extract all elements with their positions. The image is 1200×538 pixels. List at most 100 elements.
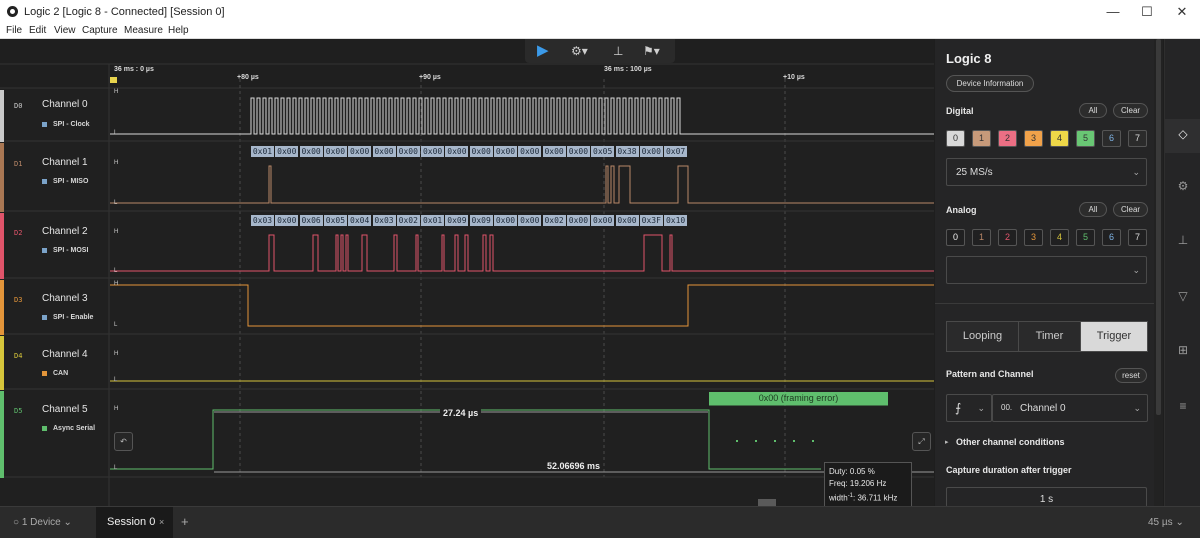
menu-measure[interactable]: Measure (124, 25, 163, 36)
channel-toggle-5[interactable]: 5 (1076, 130, 1095, 147)
analog-clear-button[interactable]: Clear (1113, 202, 1148, 217)
extensions-icon[interactable]: ▽ (1165, 289, 1200, 303)
channel-toggle-2[interactable]: 2 (998, 130, 1017, 147)
channel-row-d4[interactable]: D4 Channel 4 CAN (0, 336, 109, 390)
mosi-byte[interactable]: 0x09 (445, 215, 469, 226)
miso-byte[interactable]: 0x00 (275, 146, 299, 157)
mosi-byte[interactable]: 0x10 (664, 215, 688, 226)
channel-row-d2[interactable]: D2 Channel 2 SPI - MOSI (0, 213, 109, 279)
channel-name[interactable]: Channel 5 (42, 404, 88, 415)
trigger-edge-select[interactable]: ⨍ ⌄ (946, 394, 992, 422)
timing-marker-icon[interactable]: ⊥ (613, 42, 623, 60)
devices-button[interactable]: ○ 1 Device ⌄ (13, 517, 72, 528)
serial-undo-button[interactable]: ↶ (114, 432, 133, 451)
digital-sample-rate-select[interactable]: 25 MS/s ⌄ (946, 158, 1147, 186)
miso-byte[interactable]: 0x00 (421, 146, 445, 157)
trigger-channel-select[interactable]: 00. Channel 0 ⌄ (992, 394, 1148, 422)
menu-capture[interactable]: Capture (82, 25, 118, 36)
session-tab[interactable]: Session 0 × (96, 507, 173, 538)
mosi-byte[interactable]: 0x09 (469, 215, 493, 226)
miso-byte[interactable]: 0x07 (664, 146, 688, 157)
channel-name[interactable]: Channel 2 (42, 226, 88, 237)
miso-byte[interactable]: 0x00 (518, 146, 542, 157)
layout-icon[interactable]: ⊞ (1165, 343, 1200, 357)
maximize-icon[interactable]: ☐ (1129, 0, 1165, 24)
device-information-button[interactable]: Device Information (946, 75, 1034, 92)
play-icon[interactable]: ▶ (537, 42, 551, 60)
mosi-byte[interactable]: 0x03 (251, 215, 274, 226)
miso-byte[interactable]: 0x00 (299, 146, 323, 157)
trigger-reset-button[interactable]: reset (1115, 368, 1147, 383)
miso-byte[interactable]: 0x38 (615, 146, 639, 157)
panel-scrollbar[interactable] (1154, 39, 1163, 506)
mosi-byte[interactable]: 0x00 (566, 215, 590, 226)
minimize-icon[interactable]: — (1095, 0, 1131, 24)
mosi-byte[interactable]: 0x04 (348, 215, 372, 226)
menu-edit[interactable]: Edit (29, 25, 46, 36)
miso-byte[interactable]: 0x05 (591, 146, 615, 157)
channel-toggle-3[interactable]: 3 (1024, 229, 1043, 246)
mosi-byte[interactable]: 0x00 (591, 215, 615, 226)
channel-toggle-6[interactable]: 6 (1102, 229, 1121, 246)
looping-mode-button[interactable]: Looping (946, 321, 1019, 352)
mosi-byte[interactable]: 0x05 (323, 215, 347, 226)
mosi-byte[interactable]: 0x02 (396, 215, 420, 226)
channel-toggle-3[interactable]: 3 (1024, 130, 1043, 147)
miso-byte[interactable]: 0x01 (251, 146, 274, 157)
timer-mode-button[interactable]: Timer (1018, 321, 1081, 352)
channel-toggle-6[interactable]: 6 (1102, 130, 1121, 147)
channel-toggle-0[interactable]: 0 (946, 130, 965, 147)
menu-file[interactable]: File (6, 25, 22, 36)
miso-byte[interactable]: 0x00 (348, 146, 372, 157)
digital-clear-button[interactable]: Clear (1113, 103, 1148, 118)
channel-row-d5[interactable]: D5 Channel 5 Async Serial (0, 391, 109, 478)
analog-all-button[interactable]: All (1079, 202, 1107, 217)
device-icon[interactable]: ◇ (1165, 127, 1200, 141)
mosi-byte[interactable]: 0x03 (372, 215, 396, 226)
mosi-byte[interactable]: 0x00 (518, 215, 542, 226)
channel-toggle-1[interactable]: 1 (972, 229, 991, 246)
menu-help[interactable]: Help (168, 25, 189, 36)
add-session-button[interactable]: + (181, 514, 189, 529)
channel-toggle-7[interactable]: 7 (1128, 229, 1147, 246)
mosi-byte[interactable]: 0x00 (615, 215, 639, 226)
analyzers-icon[interactable]: ⚙ (1165, 179, 1200, 193)
close-icon[interactable]: ✕ (1164, 0, 1200, 24)
mosi-byte[interactable]: 0x06 (299, 215, 323, 226)
waveform-canvas[interactable] (0, 39, 934, 506)
channel-toggle-4[interactable]: 4 (1050, 130, 1069, 147)
mosi-byte[interactable]: 0x01 (421, 215, 445, 226)
device-settings-icon[interactable]: ⚙▾ (571, 42, 588, 60)
other-conditions-toggle[interactable]: Other channel conditions (956, 437, 1065, 447)
mosi-byte[interactable]: 0x00 (275, 215, 299, 226)
miso-byte[interactable]: 0x00 (372, 146, 396, 157)
trigger-mode-button[interactable]: Trigger (1080, 321, 1148, 352)
channel-name[interactable]: Channel 1 (42, 157, 88, 168)
mosi-byte[interactable]: 0x00 (494, 215, 517, 226)
mosi-byte[interactable]: 0x3F (639, 215, 663, 226)
miso-byte[interactable]: 0x00 (469, 146, 493, 157)
miso-byte[interactable]: 0x00 (639, 146, 663, 157)
waveform-area[interactable]: 36 ms : 0 µs 36 ms : 100 µs +80 µs +90 µ… (0, 39, 934, 512)
channel-row-d3[interactable]: D3 Channel 3 SPI - Enable (0, 280, 109, 335)
channel-toggle-0[interactable]: 0 (946, 229, 965, 246)
scrollbar-thumb[interactable] (1156, 39, 1161, 415)
channel-name[interactable]: Channel 4 (42, 349, 88, 360)
capture-duration-input[interactable]: 1 s (946, 487, 1147, 507)
miso-byte[interactable]: 0x00 (323, 146, 347, 157)
miso-byte[interactable]: 0x00 (494, 146, 517, 157)
channel-row-d1[interactable]: D1 Channel 1 SPI - MISO (0, 143, 109, 212)
serial-expand-button[interactable]: ⤢ (912, 432, 931, 451)
notes-icon[interactable]: ≡ (1165, 399, 1200, 413)
mosi-byte[interactable]: 0x02 (542, 215, 566, 226)
channel-toggle-1[interactable]: 1 (972, 130, 991, 147)
analog-sample-rate-select[interactable]: ⌄ (946, 256, 1147, 284)
close-tab-icon[interactable]: × (159, 517, 164, 527)
digital-all-button[interactable]: All (1079, 103, 1107, 118)
channel-name[interactable]: Channel 3 (42, 293, 88, 304)
channel-toggle-7[interactable]: 7 (1128, 130, 1147, 147)
serial-frame-label[interactable]: 0x00 (framing error) (709, 392, 888, 405)
channel-toggle-2[interactable]: 2 (998, 229, 1017, 246)
expand-arrow-icon[interactable]: ▸ (945, 438, 949, 446)
channel-row-d0[interactable]: D0 Channel 0 SPI - Clock (0, 90, 109, 142)
